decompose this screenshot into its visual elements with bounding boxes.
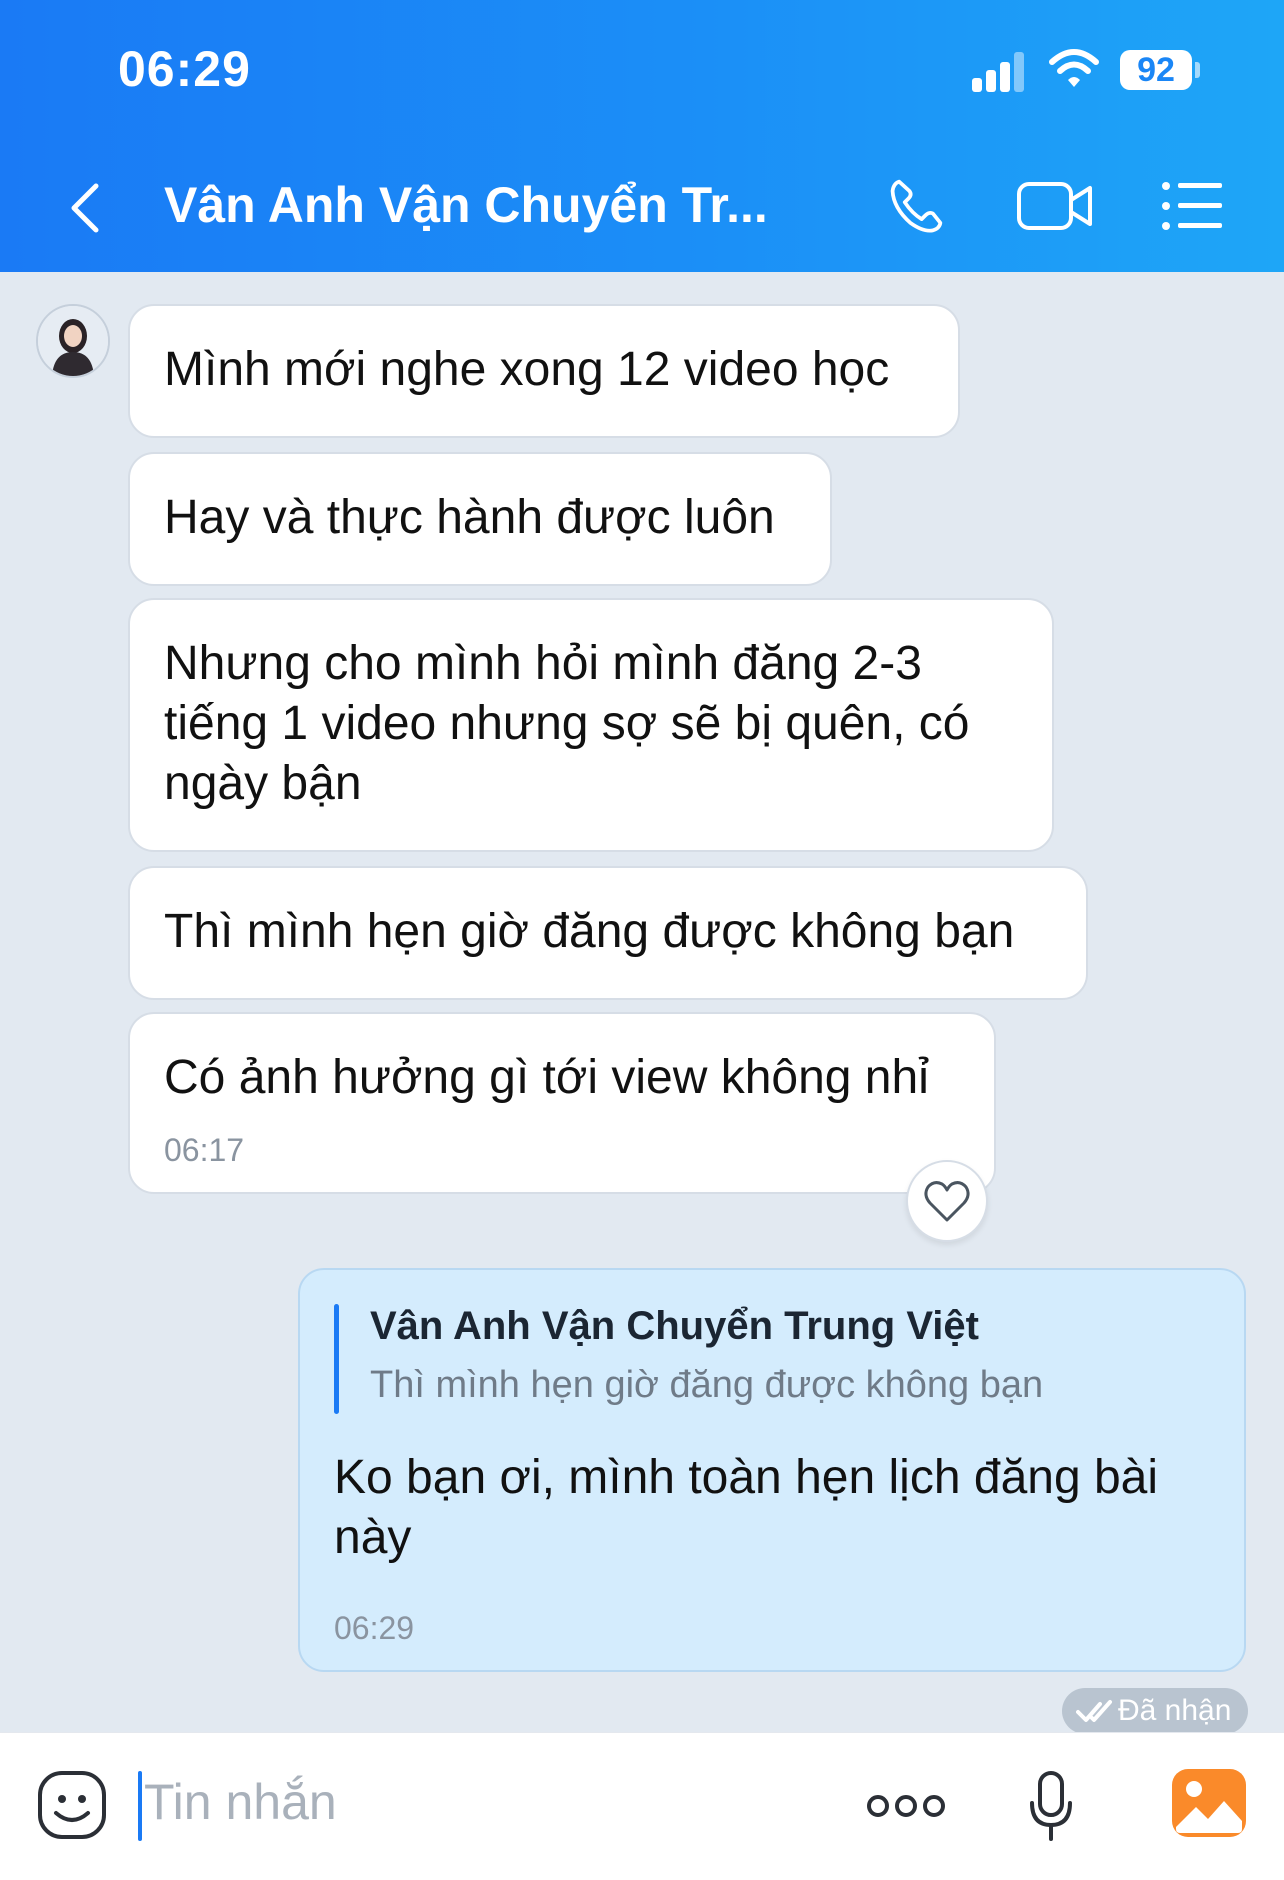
- video-call-icon[interactable]: [1016, 176, 1094, 236]
- message-text: Mình mới nghe xong 12 video học: [164, 343, 890, 396]
- delivery-status-badge: Đã nhận: [1062, 1688, 1248, 1734]
- more-icon[interactable]: [866, 1791, 946, 1821]
- emoji-icon[interactable]: [36, 1769, 108, 1841]
- quoted-message-text[interactable]: Thì mình hẹn giờ đăng được không bạn: [370, 1364, 1043, 1407]
- sent-message-bubble[interactable]: Vân Anh Vận Chuyển Trung Việt Thì mình h…: [298, 1268, 1246, 1672]
- battery-tip: [1195, 62, 1200, 78]
- message-composer: Tin nhắn: [0, 1732, 1284, 1880]
- sent-message-text: Ko bạn ơi, mình toàn hẹn lịch đăng bài n…: [334, 1451, 1159, 1564]
- message-bubble[interactable]: Nhưng cho mình hỏi mình đăng 2-3 tiếng 1…: [128, 598, 1054, 852]
- message-input[interactable]: Tin nhắn: [144, 1773, 337, 1831]
- message-bubble[interactable]: Mình mới nghe xong 12 video học: [128, 304, 960, 438]
- react-heart-button[interactable]: [906, 1160, 988, 1242]
- message-bubble[interactable]: Hay và thực hành được luôn: [128, 452, 832, 586]
- message-text: Hay và thực hành được luôn: [164, 491, 775, 544]
- status-time: 06:29: [118, 41, 251, 97]
- heart-icon: [924, 1181, 970, 1222]
- message-text: Nhưng cho mình hỏi mình đăng 2-3 tiếng 1…: [164, 637, 970, 810]
- cellular-signal-icon: [972, 52, 1024, 92]
- phone-icon[interactable]: [884, 176, 948, 236]
- message-time: 06:17: [164, 1132, 245, 1168]
- double-check-icon: [1076, 1700, 1112, 1722]
- back-arrow-icon[interactable]: [66, 180, 106, 236]
- quote-bar: [334, 1304, 339, 1414]
- wifi-icon: [1049, 49, 1099, 87]
- gallery-icon[interactable]: [1172, 1769, 1246, 1837]
- message-text: Có ảnh hưởng gì tới view không nhỉ: [164, 1051, 929, 1104]
- quoted-sender-name[interactable]: Vân Anh Vận Chuyển Trung Việt: [370, 1304, 979, 1349]
- delivery-status-text: Đã nhận: [1118, 1694, 1232, 1727]
- message-bubble[interactable]: Thì mình hẹn giờ đăng được không bạn: [128, 866, 1088, 1000]
- microphone-icon[interactable]: [1026, 1769, 1076, 1845]
- contact-avatar[interactable]: [36, 304, 110, 378]
- battery-level: 92: [1120, 50, 1192, 90]
- sent-message-time: 06:29: [334, 1610, 415, 1646]
- message-text: Thì mình hẹn giờ đăng được không bạn: [164, 905, 1015, 958]
- chat-header: 06:29 92 Vân Anh Vận Chuyển Tr...: [0, 0, 1284, 272]
- message-bubble[interactable]: Có ảnh hưởng gì tới view không nhỉ 06:17: [128, 1012, 996, 1194]
- text-caret: [138, 1771, 142, 1841]
- avatar-portrait: [38, 306, 108, 376]
- menu-list-icon[interactable]: [1160, 176, 1224, 236]
- chat-title[interactable]: Vân Anh Vận Chuyển Tr...: [164, 176, 768, 234]
